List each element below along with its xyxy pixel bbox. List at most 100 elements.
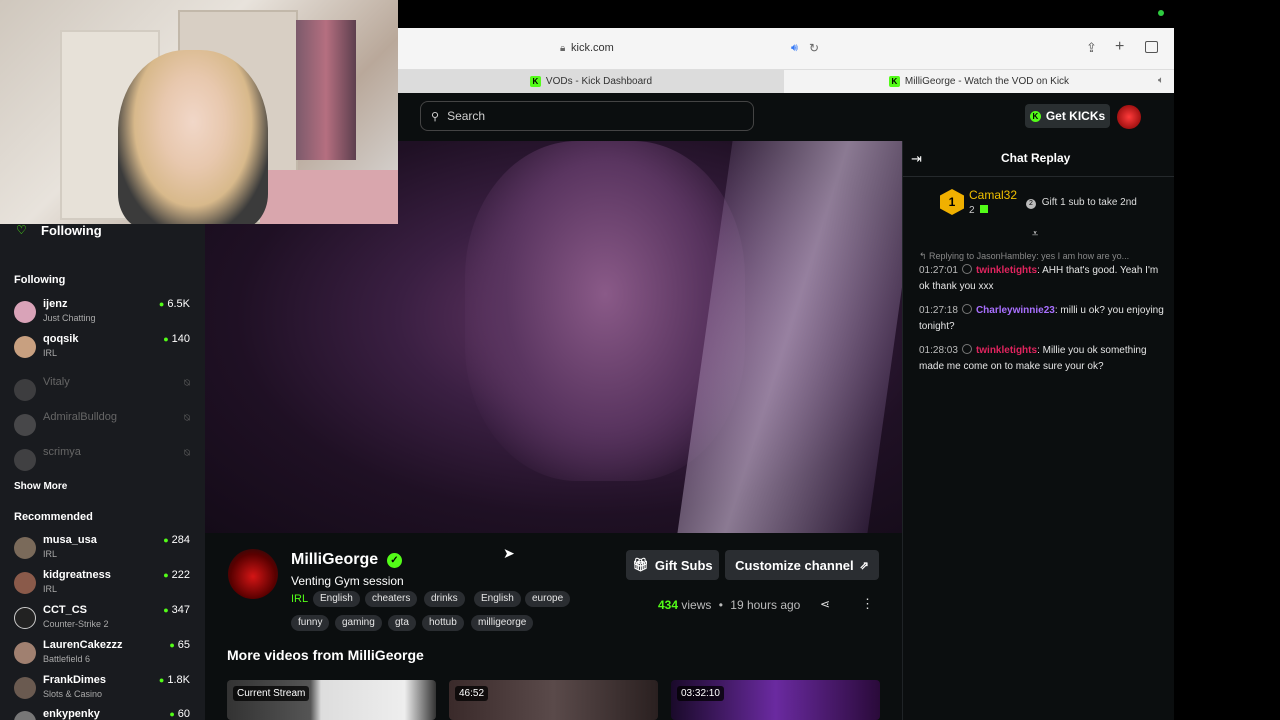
user-avatar[interactable]: [1117, 105, 1141, 129]
mouse-cursor: ➤: [503, 545, 515, 561]
expand-pinned-icon[interactable]: ⩡: [1032, 228, 1038, 241]
tag[interactable]: hottub: [422, 615, 464, 631]
views-count: 434: [658, 598, 679, 612]
show-more-link[interactable]: Show More: [14, 481, 67, 492]
sidebar-item-qoqsik[interactable]: qoqsik IRL 140: [14, 333, 194, 363]
gift-subs-label: Gift Subs: [654, 557, 713, 573]
channel-avatar[interactable]: [228, 549, 278, 599]
stream-title: Venting Gym session: [291, 574, 404, 588]
tag[interactable]: English: [474, 591, 521, 607]
following-heading: Following: [14, 274, 66, 286]
customize-channel-button[interactable]: Customize channel ⇗: [725, 550, 879, 580]
gift-hint[interactable]: 2 Gift 1 sub to take 2nd: [1026, 197, 1137, 209]
sidebar-item-frankdimes[interactable]: FrankDimes Slots & Casino 1.8K: [14, 674, 194, 704]
reply-icon: ↰: [919, 251, 930, 261]
tab-audio-icon[interactable]: 🔈︎: [1158, 75, 1164, 86]
new-tab-icon[interactable]: +: [1115, 38, 1124, 56]
category-link[interactable]: IRL: [291, 593, 308, 605]
avatar: [14, 572, 36, 594]
divider: [903, 176, 1174, 177]
reload-icon[interactable]: ↻: [809, 41, 819, 55]
viewer-count: 6.5K: [159, 298, 190, 310]
video-thumbnail[interactable]: 46:52: [449, 680, 658, 720]
tag[interactable]: gaming: [335, 615, 382, 631]
sidebar-item-scrimya[interactable]: scrimya ⍉: [14, 446, 194, 476]
gift-icon: [980, 205, 989, 213]
tab-vods-dashboard[interactable]: K VODs - Kick Dashboard: [398, 70, 784, 93]
verified-icon: ✓: [387, 553, 402, 568]
tab-milligeorge-vod[interactable]: K MilliGeorge - Watch the VOD on Kick: [784, 70, 1174, 93]
viewer-count: 140: [163, 333, 190, 345]
chat-message: 01:28:03 twinkletights: Millie you ok som…: [919, 344, 1147, 372]
chat-username[interactable]: twinkletights: [976, 345, 1037, 356]
badge-icon: [961, 344, 972, 354]
desktop-background: [1174, 28, 1280, 720]
avatar: [14, 607, 36, 629]
tag[interactable]: europe: [525, 591, 571, 607]
sidebar-item-laurencakezzz[interactable]: LaurenCakezzz Battlefield 6 65: [14, 639, 194, 669]
search-input[interactable]: ⚲ Search: [420, 101, 754, 131]
sidebar-item-vitaly[interactable]: Vitaly ⍉: [14, 376, 194, 406]
thumbnail-label: 03:32:10: [677, 686, 724, 701]
menu-bar: [398, 0, 1280, 28]
recommended-heading: Recommended: [14, 511, 93, 523]
thumbnail-label: Current Stream: [233, 686, 310, 701]
sidebar-item-enkypenky[interactable]: enkypenky 60: [14, 708, 194, 720]
channel-name[interactable]: MilliGeorge: [291, 551, 378, 569]
chat-username[interactable]: Charleywinnie23: [976, 305, 1055, 316]
external-link-icon: ⇗: [859, 559, 869, 572]
sidebar-item-cct-cs[interactable]: CCT_CS Counter-Strike 2 347: [14, 604, 194, 634]
lock-icon: 🔒︎: [560, 43, 566, 54]
tag[interactable]: gta: [388, 615, 416, 631]
collapse-chat-icon[interactable]: ⇥: [911, 151, 922, 167]
url-text[interactable]: kick.com: [571, 42, 614, 54]
viewer-count: 284: [163, 534, 190, 546]
reply-context: ↰ Replying to JasonHambley: yes I am how…: [919, 251, 1130, 261]
following-nav[interactable]: Following: [41, 223, 102, 238]
sidebar-item-ijenz[interactable]: ijenz Just Chatting 6.5K: [14, 298, 194, 328]
share-button[interactable]: ⋖: [820, 597, 830, 611]
sidebar-item-kidgreatness[interactable]: kidgreatness IRL 222: [14, 569, 194, 599]
sidebar-item-musa-usa[interactable]: musa_usa IRL 284: [14, 534, 194, 564]
chat-username[interactable]: twinkletights: [976, 265, 1037, 276]
get-kicks-button[interactable]: K Get KICKs: [1025, 104, 1110, 128]
more-options-icon[interactable]: ⋮: [861, 596, 874, 612]
tag[interactable]: funny: [291, 615, 330, 631]
get-kicks-label: Get KICKs: [1045, 109, 1106, 123]
viewer-count: 222: [163, 569, 190, 581]
tabs-overview-icon[interactable]: [1145, 41, 1158, 53]
tag[interactable]: cheaters: [365, 591, 418, 607]
viewer-count: 60: [169, 708, 190, 720]
offline-icon: ⍉: [184, 378, 190, 389]
gift-icon: 🎁︎: [632, 557, 649, 572]
avatar: [14, 537, 36, 559]
badge-icon: [961, 264, 972, 274]
chat-message: 01:27:01 twinkletights: AHH that's good. …: [919, 264, 1159, 292]
avatar: [14, 301, 36, 323]
avatar: [14, 379, 36, 401]
gift-subs-button[interactable]: 🎁︎ Gift Subs: [626, 550, 719, 580]
webcam-overlay: [0, 0, 398, 224]
rank-2-icon: 2: [1026, 199, 1036, 209]
video-thumbnail[interactable]: Current Stream: [227, 680, 436, 720]
share-icon[interactable]: ⇪: [1086, 40, 1097, 56]
tag[interactable]: drinks: [424, 591, 465, 607]
views-label: views: [681, 598, 712, 612]
top-gifter-name[interactable]: Camal32: [969, 188, 1017, 202]
separator: •: [718, 598, 723, 612]
badge-icon: [961, 304, 972, 314]
recording-indicator: [1158, 10, 1164, 16]
tag[interactable]: milligeorge: [471, 615, 534, 631]
tag[interactable]: English: [313, 591, 360, 607]
view-stats: 434 views • 19 hours ago: [658, 598, 800, 612]
viewer-count: 1.8K: [159, 674, 190, 686]
avatar: [14, 642, 36, 664]
address-bar[interactable]: [398, 28, 1174, 70]
viewer-count: 65: [169, 639, 190, 651]
audio-icon[interactable]: 🔊︎: [791, 42, 798, 55]
chat-title: Chat Replay: [1001, 151, 1071, 165]
sidebar-item-admiralbulldog[interactable]: AdmiralBulldog ⍉: [14, 411, 194, 441]
search-placeholder: Search: [447, 109, 486, 123]
top-gifter-count: 2: [969, 205, 989, 216]
video-thumbnail[interactable]: 03:32:10: [671, 680, 880, 720]
